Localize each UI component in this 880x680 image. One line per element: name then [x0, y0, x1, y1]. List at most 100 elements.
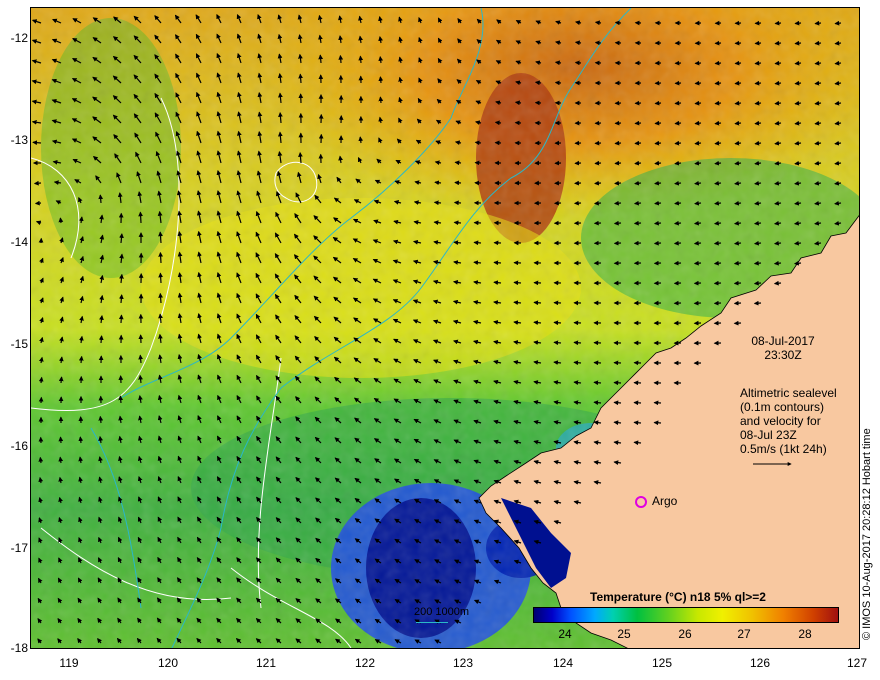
velocity-arrow — [613, 420, 622, 426]
velocity-arrow — [494, 120, 502, 126]
lon-label: 121 — [255, 656, 277, 670]
velocity-arrow — [814, 100, 822, 106]
velocity-arrow — [533, 300, 542, 306]
velocity-arrow — [814, 140, 822, 146]
velocity-arrow — [634, 160, 642, 166]
velocity-arrow — [794, 60, 802, 66]
velocity-arrow — [33, 180, 42, 186]
velocity-arrow — [358, 136, 364, 144]
velocity-arrow — [614, 20, 622, 26]
velocity-arrow — [714, 120, 722, 126]
velocity-arrow — [774, 200, 782, 206]
velocity-arrow — [674, 200, 682, 206]
velocity-arrow — [794, 240, 802, 246]
velocity-arrow — [674, 100, 682, 106]
velocity-arrow — [714, 100, 722, 106]
velocity-arrow — [694, 160, 702, 166]
velocity-arrow — [694, 200, 702, 206]
velocity-arrow — [834, 200, 842, 206]
velocity-arrow — [453, 200, 462, 206]
velocity-arrow — [58, 217, 64, 224]
velocity-arrow — [554, 60, 562, 66]
velocity-arrow — [693, 260, 702, 266]
velocity-arrow — [118, 395, 124, 404]
velocity-arrow — [814, 160, 822, 166]
velocity-arrow — [318, 54, 324, 64]
velocity-arrow — [734, 80, 742, 86]
velocity-arrow — [694, 100, 702, 106]
velocity-arrow — [613, 400, 622, 406]
time-text: 23:30Z — [764, 348, 802, 362]
velocity-arrow — [734, 100, 742, 106]
velocity-arrow — [138, 354, 144, 364]
velocity-arrow — [674, 160, 682, 166]
velocity-arrow — [493, 280, 502, 286]
sst-map[interactable] — [30, 7, 860, 649]
credit-text: © IMOS 10-Aug-2017 20:28:12 Hobart time — [861, 428, 873, 640]
velocity-arrow — [694, 80, 702, 86]
velocity-arrow — [734, 180, 742, 186]
velocity-arrow — [473, 260, 482, 266]
velocity-arrow — [774, 100, 782, 106]
velocity-arrow — [733, 300, 742, 306]
velocity-arrow — [834, 80, 842, 86]
bathymetry-scale-label: 200 1000m — [414, 606, 470, 618]
velocity-arrow — [834, 20, 842, 26]
velocity-arrow — [834, 60, 842, 66]
velocity-arrow — [614, 140, 622, 146]
velocity-arrow — [594, 200, 602, 206]
velocity-arrow — [338, 54, 344, 64]
colorbar-tick: 26 — [678, 627, 692, 641]
velocity-arrow — [634, 200, 642, 206]
velocity-arrow — [674, 220, 682, 226]
altimetry-line: (0.1m contours) — [740, 400, 825, 414]
velocity-arrow — [594, 20, 602, 26]
velocity-arrow — [378, 56, 384, 64]
velocity-arrow — [693, 240, 702, 246]
velocity-arrow — [794, 160, 802, 166]
bathymetry-scale-line — [416, 622, 448, 623]
velocity-arrow — [754, 40, 762, 46]
velocity-arrow — [493, 260, 502, 266]
velocity-arrow — [754, 120, 762, 126]
velocity-arrow — [513, 300, 522, 306]
lon-label: 119 — [59, 656, 79, 670]
velocity-arrow — [753, 300, 762, 306]
velocity-arrow — [674, 120, 682, 126]
velocity-arrow — [834, 220, 842, 226]
velocity-arrow — [453, 220, 462, 226]
velocity-arrow — [454, 160, 462, 166]
lat-label: -14 — [10, 235, 28, 249]
velocity-arrow — [794, 220, 802, 226]
velocity-arrow — [434, 180, 442, 186]
velocity-arrow — [714, 200, 722, 206]
velocity-arrow — [633, 420, 642, 426]
velocity-arrow — [773, 260, 782, 266]
lat-label: -13 — [10, 133, 28, 147]
lon-label: 124 — [552, 656, 574, 670]
colorbar-tick: 25 — [617, 627, 631, 641]
velocity-arrow — [554, 80, 562, 86]
velocity-arrow — [814, 80, 822, 86]
velocity-arrow — [774, 80, 782, 86]
lon-label: 126 — [749, 656, 771, 670]
velocity-arrow — [634, 180, 642, 186]
velocity-arrow — [834, 120, 842, 126]
velocity-arrow — [814, 120, 822, 126]
velocity-arrow — [433, 200, 442, 206]
velocity-arrow — [633, 400, 642, 406]
velocity-arrow — [794, 100, 802, 106]
velocity-arrow — [98, 194, 104, 204]
velocity-arrow — [714, 160, 722, 166]
velocity-arrow — [754, 220, 762, 226]
lon-label: 123 — [452, 656, 474, 670]
velocity-arrow — [814, 60, 822, 66]
lon-label: 127 — [846, 656, 868, 670]
velocity-arrow — [714, 60, 722, 66]
velocity-arrow — [594, 160, 602, 166]
velocity-arrow — [734, 220, 742, 226]
velocity-arrow — [774, 120, 782, 126]
velocity-arrow — [754, 160, 762, 166]
velocity-arrow — [814, 180, 822, 186]
velocity-arrow — [534, 80, 542, 86]
